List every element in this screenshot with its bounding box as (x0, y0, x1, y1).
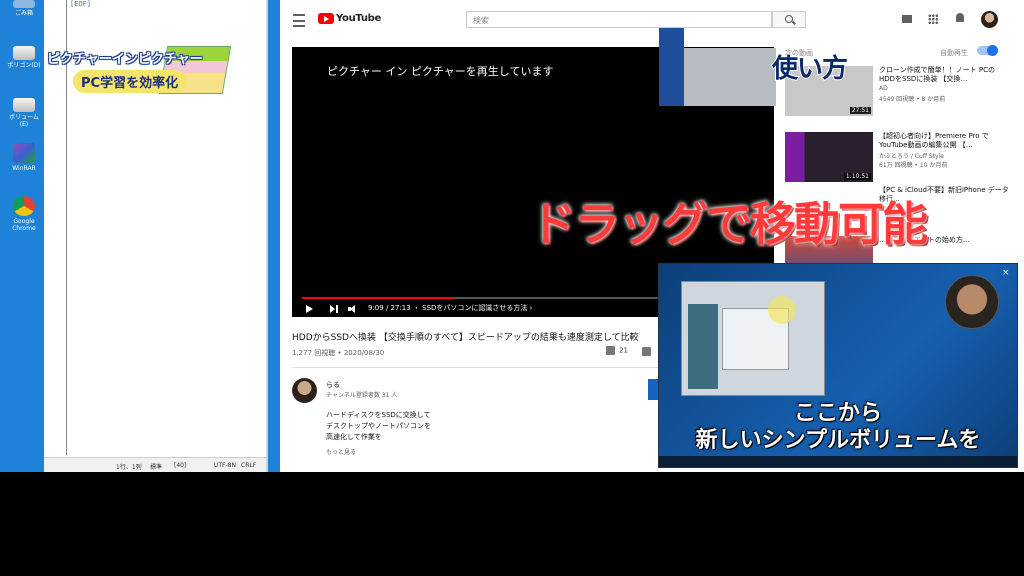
volume-icon[interactable] (348, 305, 356, 313)
video-description: ハードディスクをSSDに交換して デスクトップやノートパソコンを 高速化して作業… (326, 410, 431, 443)
notifications-bell-icon[interactable] (956, 13, 964, 22)
play-icon[interactable] (306, 305, 313, 313)
time-display[interactable]: 9:09 / 27:13 ・ SSDをパソコンに認識させる方法 › (368, 303, 532, 313)
editor-text[interactable]: [EOF] (70, 0, 91, 8)
desktop-icon-label: Google Chrome (12, 218, 36, 232)
next-icon[interactable] (330, 305, 338, 313)
video-meta: 1,277 回視聴 • 2020/08/30 (292, 349, 385, 357)
desktop-icon-label: ポリゴン(D) (7, 62, 41, 69)
pip-screen-content (681, 281, 825, 396)
recycle-bin-icon (13, 0, 35, 8)
desktop-icon-label: ごみ箱 (14, 10, 33, 17)
related-video-title[interactable]: クローン作成で簡単！！ノート PCのHDDをSSDに換装 【交換… (879, 66, 1011, 84)
channel-name[interactable]: らる (326, 380, 340, 390)
like-count: 21 (619, 346, 628, 355)
video-title: HDDからSSDへ換装 【交換手順のすべて】スピードアップの結果も速度測定して比… (292, 333, 639, 343)
banner-title: ピクチャーインピクチャー (47, 52, 203, 67)
related-video-views: 61万 回視聴 • 10 か月前 (879, 162, 948, 169)
pip-taskbar (659, 456, 1017, 467)
drive-icon (13, 98, 35, 112)
desktop-icon-label: WinRAR (12, 165, 36, 172)
pip-caption: ここから 新しいシンプルボリュームを (659, 400, 1017, 454)
description-line: デスクトップやノートパソコンを (326, 422, 431, 430)
status-count: [40] (174, 462, 187, 469)
thumbs-up-icon (606, 346, 615, 355)
status-position: 1行、1列 (116, 464, 142, 471)
decorative-blue-block (659, 28, 684, 106)
pip-side-pane (688, 304, 718, 389)
like-button[interactable]: 21 (606, 346, 628, 355)
decorative-gray-block (684, 48, 776, 106)
desktop-icon-chrome[interactable]: Google Chrome (5, 196, 43, 232)
youtube-header: YouTube 検索 (280, 0, 1024, 38)
editor-status-bar: 1行、1列 標準 [40] UTF-8N CRLF (44, 457, 266, 472)
usage-heading-overlay: 使い方 (771, 53, 849, 85)
desktop-icon-drive-d[interactable]: ポリゴン(D) (5, 46, 43, 69)
status-eol: CRLF (241, 462, 257, 469)
related-video-title[interactable]: 【超初心者向け】Premiere Pro でYouTube動画の編集公開 【… (879, 132, 1011, 150)
description-line: ハードディスクをSSDに交換して (326, 411, 431, 419)
thumbs-down-icon[interactable] (642, 347, 651, 356)
caption-line: ここから (793, 401, 882, 426)
autoplay-toggle[interactable] (977, 45, 998, 56)
search-input[interactable]: 検索 (466, 11, 772, 28)
drive-icon (13, 46, 35, 60)
create-video-icon[interactable] (902, 15, 912, 23)
related-video-views: 4549 回視聴 • 8 か月前 (879, 96, 946, 103)
chrome-icon (13, 196, 35, 216)
desktop-icon-winrar[interactable]: WinRAR (5, 143, 43, 172)
picture-in-picture-window[interactable]: × ここから 新しいシンプルボリュームを (658, 263, 1018, 468)
duration-badge: 27:51 (849, 107, 871, 114)
cursor-highlight (768, 296, 796, 324)
related-video-channel: かぶとろう / Cuff Style (879, 153, 944, 160)
autoplay-label: 自動再生 (940, 49, 968, 57)
banner-subtitle: PC学習を効率化 (73, 70, 187, 93)
show-more-link[interactable]: もっと見る (326, 447, 356, 456)
presenter-face-cam (945, 275, 999, 329)
drag-movable-overlay: ドラッグで移動可能 (530, 197, 928, 251)
progress-played (302, 297, 455, 299)
close-icon[interactable]: × (1002, 268, 1010, 278)
youtube-logo-text[interactable]: YouTube (336, 13, 381, 24)
caption-line: 新しいシンプルボリュームを (695, 428, 981, 453)
duration-badge: 1:10:51 (843, 173, 871, 180)
apps-grid-icon[interactable] (928, 14, 938, 24)
letterbox-bar (0, 472, 1024, 576)
desktop-icon-recycle-bin[interactable]: ごみ箱 (5, 0, 43, 17)
winrar-icon (13, 143, 35, 163)
pip-banner-overlay: ピクチャーインピクチャー PC学習を効率化 (45, 42, 232, 100)
account-avatar[interactable] (981, 11, 998, 28)
related-video-card[interactable]: 1:10:51 【超初心者向け】Premiere Pro でYouTube動画の… (785, 132, 1015, 188)
search-icon[interactable] (772, 11, 806, 28)
description-line: 高速化して作業を (326, 433, 382, 441)
channel-avatar[interactable] (292, 378, 317, 403)
status-encoding: UTF-8N (214, 462, 236, 469)
desktop-icon-label: ボリューム(E) (9, 114, 39, 128)
menu-icon[interactable] (293, 14, 305, 27)
video-thumbnail[interactable]: 1:10:51 (785, 132, 873, 182)
pip-playing-message: ピクチャー イン ピクチャーを再生しています (327, 65, 554, 78)
status-zoom: 標準 (150, 464, 163, 471)
desktop-icon-drive-e[interactable]: ボリューム(E) (5, 98, 43, 128)
channel-subscribers: チャンネル登録者数 31 人 (326, 392, 398, 399)
subscribe-button[interactable] (648, 379, 658, 400)
related-video-channel: AD (879, 85, 888, 92)
youtube-logo-icon[interactable] (318, 13, 334, 24)
